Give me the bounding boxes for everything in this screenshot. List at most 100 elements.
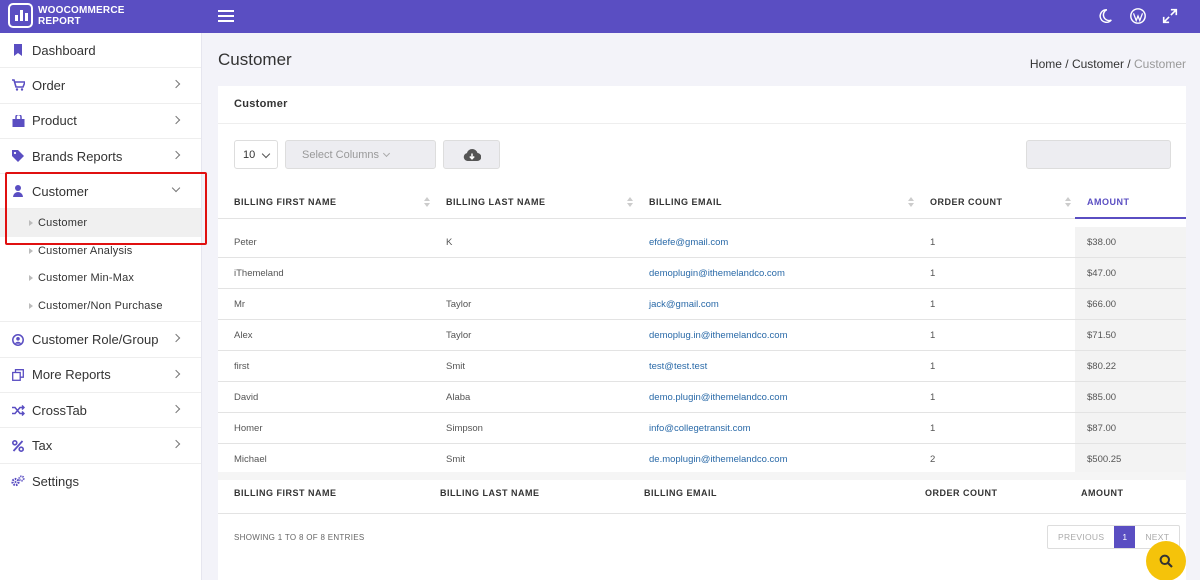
cell-last-name: Alaba [446, 392, 471, 403]
cell-first-name: first [234, 361, 250, 372]
table-row: iThemeland demoplugin@ithemelandco.com 1… [218, 258, 1186, 289]
cell-first-name: iThemeland [234, 268, 284, 279]
breadcrumb-section[interactable]: Customer [1072, 57, 1124, 71]
caret-right-icon [29, 302, 33, 309]
sidebar-item-dashboard[interactable]: Dashboard [0, 33, 201, 69]
cell-last-name: Taylor [446, 330, 472, 341]
gears-icon [11, 474, 25, 488]
cell-email[interactable]: demo.plugin@ithemelandco.com [649, 382, 788, 414]
cell-order-count: 1 [930, 268, 936, 279]
column-header-last-name[interactable]: BILLING LAST NAME [446, 192, 546, 219]
sort-icon[interactable] [627, 197, 633, 209]
sidebar-item-label: Product [32, 113, 77, 129]
brand-line-1: WOOCOMMERCE [38, 4, 125, 16]
sidebar-item-order[interactable]: Order [0, 68, 201, 104]
column-header-email[interactable]: BILLING EMAIL [649, 192, 722, 219]
submenu-item-customer[interactable]: Customer [0, 209, 201, 237]
user-circle-icon [11, 333, 25, 347]
cell-email[interactable]: jack@gmail.com [649, 289, 719, 321]
submenu-label: Customer [38, 217, 88, 230]
sidebar-item-settings[interactable]: Settings [0, 464, 201, 499]
footer-amount: AMOUNT [1081, 488, 1124, 498]
customer-submenu: Customer Customer Analysis Customer Min-… [0, 209, 201, 323]
download-button[interactable] [443, 140, 500, 169]
breadcrumb-home[interactable]: Home [1030, 57, 1062, 71]
cell-amount: $80.22 [1087, 361, 1117, 372]
cell-order-count: 1 [930, 299, 936, 310]
cell-amount: $71.50 [1087, 330, 1117, 341]
select-columns-placeholder: Select Columns [302, 149, 380, 161]
select-columns-dropdown[interactable]: Select Columns [285, 140, 436, 169]
search-fab-button[interactable] [1146, 541, 1186, 580]
column-header-order-count[interactable]: ORDER COUNT [930, 192, 1003, 219]
menu-toggle-icon[interactable] [218, 10, 234, 22]
fullscreen-icon[interactable] [1161, 7, 1179, 25]
sort-icon[interactable] [908, 197, 914, 209]
customer-card: Customer 10 Select Columns BILLING FIRST… [218, 86, 1186, 580]
chevron-down-icon [261, 149, 271, 159]
caret-right-icon [29, 247, 33, 254]
cell-last-name: Simpson [446, 423, 483, 434]
shopping-bag-icon [11, 114, 25, 128]
sidebar-item-more-reports[interactable]: More Reports [0, 358, 201, 394]
submenu-item-customer-non-purchase[interactable]: Customer/Non Purchase [0, 292, 201, 320]
cell-order-count: 1 [930, 237, 936, 248]
chevron-right-icon [171, 80, 181, 89]
footer-last-name: BILLING LAST NAME [440, 488, 540, 498]
breadcrumb: Home / Customer / Customer [1030, 57, 1186, 71]
sidebar-item-product[interactable]: Product [0, 104, 201, 139]
cell-email[interactable]: demoplug.in@ithemelandco.com [649, 320, 788, 352]
cell-amount: $38.00 [1087, 237, 1117, 248]
cell-order-count: 1 [930, 361, 936, 372]
submenu-label: Customer Min-Max [38, 272, 135, 285]
sidebar-item-label: Order [32, 77, 66, 93]
cell-email[interactable]: info@collegetransit.com [649, 413, 751, 445]
cell-first-name: Peter [234, 237, 257, 248]
submenu-label: Customer/Non Purchase [38, 299, 163, 312]
search-input[interactable] [1026, 140, 1171, 169]
top-bar: WOOCOMMERCE REPORT [0, 0, 1200, 33]
sidebar-item-brands-reports[interactable]: Brands Reports [0, 139, 201, 175]
chevron-right-icon [171, 369, 181, 379]
page-length-select[interactable]: 10 [234, 140, 278, 169]
user-icon [11, 184, 25, 198]
sidebar-item-label: Customer Role/Group [32, 332, 159, 348]
sidebar-item-customer-role-group[interactable]: Customer Role/Group [0, 322, 201, 358]
cell-order-count: 1 [930, 330, 936, 341]
moon-icon[interactable] [1096, 7, 1114, 25]
sidebar-item-customer[interactable]: Customer [0, 174, 201, 210]
sidebar: Dashboard Order Product Brands Reports C… [0, 33, 202, 580]
chevron-right-icon [171, 334, 181, 343]
submenu-label: Customer Analysis [38, 244, 133, 257]
table-footer-row: BILLING FIRST NAME BILLING LAST NAME BIL… [218, 476, 1186, 514]
wordpress-icon[interactable] [1129, 7, 1147, 25]
cell-email[interactable]: test@test.test [649, 351, 707, 383]
chevron-down-icon [382, 149, 391, 158]
tag-icon [11, 149, 25, 163]
table-row: David Alaba demo.plugin@ithemelandco.com… [218, 382, 1186, 413]
sidebar-item-crosstab[interactable]: CrossTab [0, 393, 201, 429]
submenu-item-customer-min-max[interactable]: Customer Min-Max [0, 264, 201, 292]
bookmark-icon [11, 43, 25, 57]
cell-email[interactable]: demoplugin@ithemelandco.com [649, 258, 785, 290]
column-header-amount[interactable]: AMOUNT [1087, 192, 1130, 219]
cell-amount: $47.00 [1087, 268, 1117, 279]
table-row: Mr Taylor jack@gmail.com 1 $66.00 [218, 289, 1186, 320]
brand[interactable]: WOOCOMMERCE REPORT [8, 3, 125, 28]
cell-first-name: David [234, 392, 259, 403]
cell-email[interactable]: efdefe@gmail.com [649, 227, 728, 259]
percent-icon [11, 439, 25, 453]
breadcrumb-separator: / [1061, 57, 1072, 71]
column-header-first-name[interactable]: BILLING FIRST NAME [234, 192, 337, 219]
divider [218, 123, 1186, 124]
table-row: Alex Taylor demoplug.in@ithemelandco.com… [218, 320, 1186, 351]
pagination-page-1[interactable]: 1 [1114, 526, 1136, 548]
submenu-item-customer-analysis[interactable]: Customer Analysis [0, 237, 201, 265]
sort-icon[interactable] [424, 197, 430, 209]
sort-icon[interactable] [1065, 197, 1071, 209]
table-row: Michael Smit de.moplugin@ithemelandco.co… [218, 444, 1186, 475]
cell-first-name: Alex [234, 330, 253, 341]
cell-last-name: K [446, 237, 453, 248]
pagination-previous[interactable]: PREVIOUS [1048, 526, 1114, 548]
sidebar-item-tax[interactable]: Tax [0, 428, 201, 464]
